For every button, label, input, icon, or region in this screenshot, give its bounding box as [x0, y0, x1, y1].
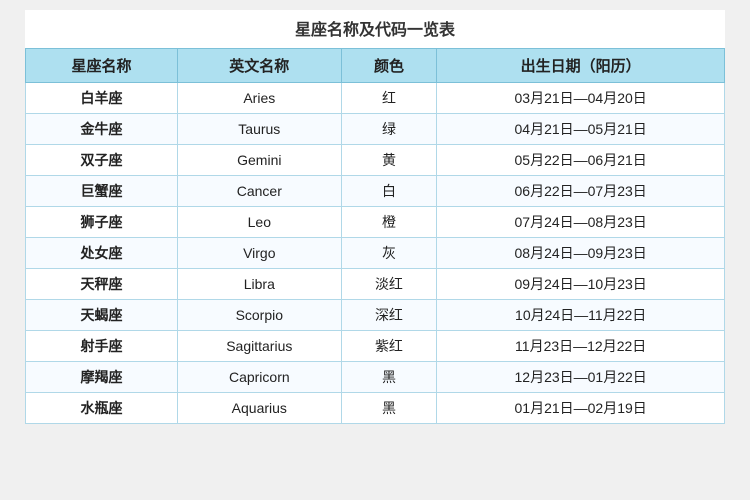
cell-date: 05月22日—06月21日: [437, 145, 725, 176]
cell-color: 深红: [341, 300, 437, 331]
cell-chinese-name: 金牛座: [26, 114, 178, 145]
cell-chinese-name: 白羊座: [26, 83, 178, 114]
header-chinese-name: 星座名称: [26, 49, 178, 83]
header-color: 颜色: [341, 49, 437, 83]
cell-chinese-name: 处女座: [26, 238, 178, 269]
cell-english-name: Scorpio: [178, 300, 342, 331]
header-english-name: 英文名称: [178, 49, 342, 83]
cell-chinese-name: 水瓶座: [26, 393, 178, 424]
cell-color: 灰: [341, 238, 437, 269]
cell-english-name: Gemini: [178, 145, 342, 176]
cell-date: 09月24日—10月23日: [437, 269, 725, 300]
cell-color: 淡红: [341, 269, 437, 300]
cell-color: 橙: [341, 207, 437, 238]
table-row: 射手座Sagittarius紫红11月23日—12月22日: [26, 331, 725, 362]
cell-color: 紫红: [341, 331, 437, 362]
cell-color: 黑: [341, 362, 437, 393]
cell-chinese-name: 狮子座: [26, 207, 178, 238]
cell-english-name: Taurus: [178, 114, 342, 145]
cell-date: 11月23日—12月22日: [437, 331, 725, 362]
cell-english-name: Sagittarius: [178, 331, 342, 362]
cell-chinese-name: 巨蟹座: [26, 176, 178, 207]
cell-date: 03月21日—04月20日: [437, 83, 725, 114]
main-container: 星座名称及代码一览表 星座名称 英文名称 颜色 出生日期（阳历） 白羊座Arie…: [25, 10, 725, 424]
cell-english-name: Libra: [178, 269, 342, 300]
table-row: 天蝎座Scorpio深红10月24日—11月22日: [26, 300, 725, 331]
page-title: 星座名称及代码一览表: [25, 10, 725, 48]
cell-english-name: Aries: [178, 83, 342, 114]
table-row: 水瓶座Aquarius黑01月21日—02月19日: [26, 393, 725, 424]
table-row: 双子座Gemini黄05月22日—06月21日: [26, 145, 725, 176]
table-row: 巨蟹座Cancer白06月22日—07月23日: [26, 176, 725, 207]
cell-chinese-name: 天秤座: [26, 269, 178, 300]
cell-date: 06月22日—07月23日: [437, 176, 725, 207]
table-row: 金牛座Taurus绿04月21日—05月21日: [26, 114, 725, 145]
header-date: 出生日期（阳历）: [437, 49, 725, 83]
cell-color: 黑: [341, 393, 437, 424]
cell-date: 10月24日—11月22日: [437, 300, 725, 331]
cell-color: 白: [341, 176, 437, 207]
cell-chinese-name: 摩羯座: [26, 362, 178, 393]
cell-english-name: Capricorn: [178, 362, 342, 393]
table-row: 白羊座Aries红03月21日—04月20日: [26, 83, 725, 114]
cell-date: 04月21日—05月21日: [437, 114, 725, 145]
cell-date: 01月21日—02月19日: [437, 393, 725, 424]
cell-chinese-name: 双子座: [26, 145, 178, 176]
cell-chinese-name: 天蝎座: [26, 300, 178, 331]
table-row: 摩羯座Capricorn黑12月23日—01月22日: [26, 362, 725, 393]
cell-color: 绿: [341, 114, 437, 145]
cell-date: 12月23日—01月22日: [437, 362, 725, 393]
cell-color: 黄: [341, 145, 437, 176]
table-row: 天秤座Libra淡红09月24日—10月23日: [26, 269, 725, 300]
cell-date: 08月24日—09月23日: [437, 238, 725, 269]
cell-english-name: Cancer: [178, 176, 342, 207]
cell-date: 07月24日—08月23日: [437, 207, 725, 238]
cell-chinese-name: 射手座: [26, 331, 178, 362]
cell-color: 红: [341, 83, 437, 114]
cell-english-name: Virgo: [178, 238, 342, 269]
cell-english-name: Leo: [178, 207, 342, 238]
cell-english-name: Aquarius: [178, 393, 342, 424]
zodiac-table: 星座名称 英文名称 颜色 出生日期（阳历） 白羊座Aries红03月21日—04…: [25, 48, 725, 424]
table-row: 狮子座Leo橙07月24日—08月23日: [26, 207, 725, 238]
table-header-row: 星座名称 英文名称 颜色 出生日期（阳历）: [26, 49, 725, 83]
table-row: 处女座Virgo灰08月24日—09月23日: [26, 238, 725, 269]
